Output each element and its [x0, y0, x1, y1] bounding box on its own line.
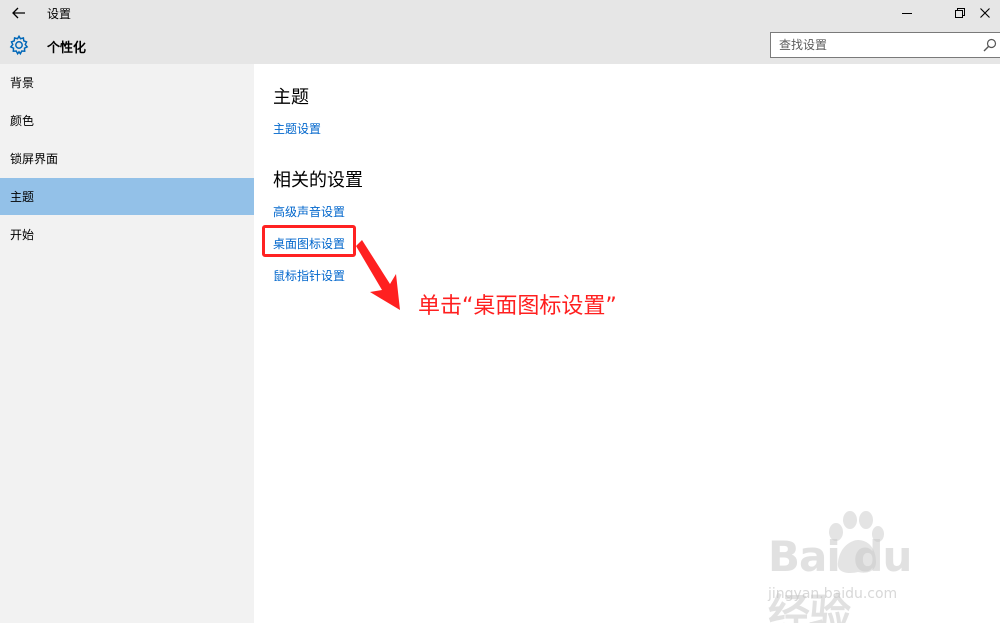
red-arrow-icon: [356, 240, 400, 310]
sidebar-item-background[interactable]: 背景: [0, 64, 254, 101]
page-header: 个性化: [0, 26, 1000, 64]
minimize-icon: [902, 13, 912, 14]
mouse-pointer-settings-link[interactable]: 鼠标指针设置: [273, 267, 345, 284]
advanced-sound-settings-link[interactable]: 高级声音设置: [273, 203, 345, 220]
minimize-button[interactable]: [884, 0, 930, 26]
sidebar-item-start[interactable]: 开始: [0, 216, 254, 253]
sidebar-item-label: 开始: [10, 228, 35, 242]
sidebar-item-label: 颜色: [10, 114, 35, 128]
sidebar-item-label: 背景: [10, 76, 35, 90]
close-button[interactable]: [970, 0, 1000, 26]
watermark: Bai du 经验 jingyan.baidu.com: [760, 510, 960, 623]
watermark-url: jingyan.baidu.com: [768, 586, 898, 602]
back-button[interactable]: [8, 2, 30, 24]
close-icon: [980, 8, 990, 18]
window-title: 设置: [47, 7, 72, 21]
sidebar-item-themes[interactable]: 主题: [0, 178, 254, 215]
sidebar-item-label: 主题: [10, 190, 35, 204]
watermark-logo: Bai du 经验: [768, 532, 912, 623]
sidebar-item-lock-screen[interactable]: 锁屏界面: [0, 140, 254, 177]
title-bar: 设置: [0, 0, 1000, 26]
sidebar: 背景 颜色 锁屏界面 主题 开始: [0, 64, 254, 623]
sidebar-item-label: 锁屏界面: [10, 152, 59, 166]
search-box[interactable]: [770, 32, 1000, 58]
page-title: 个性化: [47, 41, 87, 56]
section-heading-themes: 主题: [273, 87, 309, 108]
highlight-box: [262, 225, 356, 257]
search-icon[interactable]: [983, 38, 997, 52]
annotation-callout: 单击“桌面图标设置”: [418, 294, 617, 319]
search-input[interactable]: [779, 37, 969, 53]
restore-icon: [955, 8, 965, 18]
theme-settings-link[interactable]: 主题设置: [273, 120, 321, 137]
section-heading-related: 相关的设置: [273, 170, 363, 191]
arrow-left-icon: [12, 7, 25, 19]
sidebar-item-colors[interactable]: 颜色: [0, 102, 254, 139]
gear-icon: [9, 34, 29, 56]
